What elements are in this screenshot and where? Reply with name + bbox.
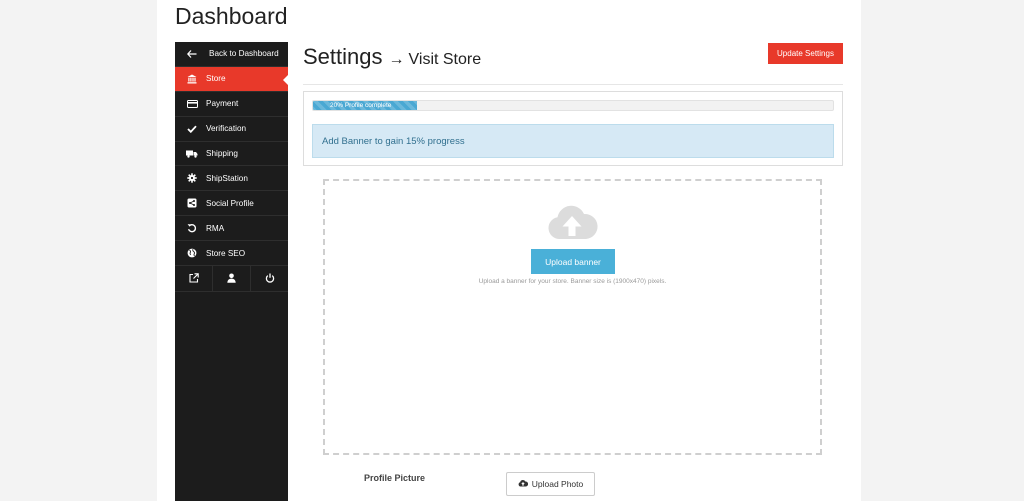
power-icon [265, 270, 275, 288]
upload-photo-label: Upload Photo [531, 479, 584, 489]
banner-help-text: Upload a banner for your store. Banner s… [478, 278, 667, 285]
upload-banner-button[interactable]: Upload banner [531, 249, 615, 274]
page-title: Dashboard [175, 3, 288, 29]
arrow-right-icon: → [388, 51, 405, 68]
sidebar-item-label: Payment [206, 99, 239, 109]
profile-progress-panel: 20% Profile complete Add Banner to gain … [303, 91, 843, 166]
arrow-left-icon [186, 50, 198, 58]
sidebar-item-store[interactable]: Store [175, 66, 289, 92]
truck-icon [186, 150, 198, 158]
profile-picture-label: Profile Picture [364, 473, 426, 483]
sidebar-item-label: Social Profile [206, 198, 254, 208]
sidebar-item-label: Shipping [206, 149, 238, 158]
profile-progress-bar: 20% Profile complete [312, 100, 834, 111]
banner-upload-area[interactable]: Upload banner Upload a banner for your s… [323, 179, 822, 455]
progress-alert: Add Banner to gain 15% progress [312, 124, 834, 158]
visit-store-link-button[interactable] [175, 266, 213, 292]
share-icon [186, 198, 198, 208]
upload-photo-button[interactable]: Upload Photo [506, 472, 595, 496]
update-settings-button[interactable]: Update Settings [768, 43, 843, 64]
sidebar-item-shipping[interactable]: Shipping [175, 142, 288, 167]
sidebar: Back to Dashboard Store Payment Verifica… [175, 42, 289, 501]
logout-button[interactable] [251, 266, 288, 291]
settings-header: Settings → Visit Store [303, 44, 481, 70]
sidebar-item-rma[interactable]: RMA [175, 216, 288, 242]
profile-button[interactable] [213, 266, 251, 292]
user-icon [227, 270, 236, 288]
sidebar-item-label: Store SEO [206, 248, 246, 258]
external-link-icon [188, 270, 199, 288]
sidebar-item-label: ShipStation [206, 173, 248, 183]
sidebar-item-verification[interactable]: Verification [175, 117, 288, 142]
profile-progress-fill: 20% Profile complete [313, 101, 417, 110]
sidebar-item-back-to-dashboard[interactable]: Back to Dashboard [175, 42, 288, 67]
undo-icon [186, 223, 198, 233]
credit-card-icon [186, 99, 198, 108]
check-icon [186, 125, 198, 133]
sidebar-item-social-profile[interactable]: Social Profile [175, 191, 288, 217]
sidebar-item-shipstation[interactable]: ShipStation [175, 166, 288, 192]
gear-icon [186, 173, 198, 184]
visit-store-link[interactable]: Visit Store [409, 51, 482, 69]
sidebar-item-label: Store [206, 74, 226, 84]
cloud-upload-icon [546, 203, 598, 243]
cloud-upload-icon [518, 479, 528, 489]
sidebar-item-store-seo[interactable]: Store SEO [175, 241, 288, 267]
bank-icon [186, 74, 198, 84]
settings-title: Settings [303, 44, 383, 69]
sidebar-item-label: Back to Dashboard [209, 49, 279, 59]
sidebar-item-label: RMA [206, 223, 225, 233]
sidebar-item-label: Verification [206, 124, 247, 134]
sidebar-bottom-bar [175, 266, 288, 293]
header-divider [303, 84, 843, 85]
sidebar-item-payment[interactable]: Payment [175, 92, 288, 117]
globe-icon [186, 248, 198, 258]
